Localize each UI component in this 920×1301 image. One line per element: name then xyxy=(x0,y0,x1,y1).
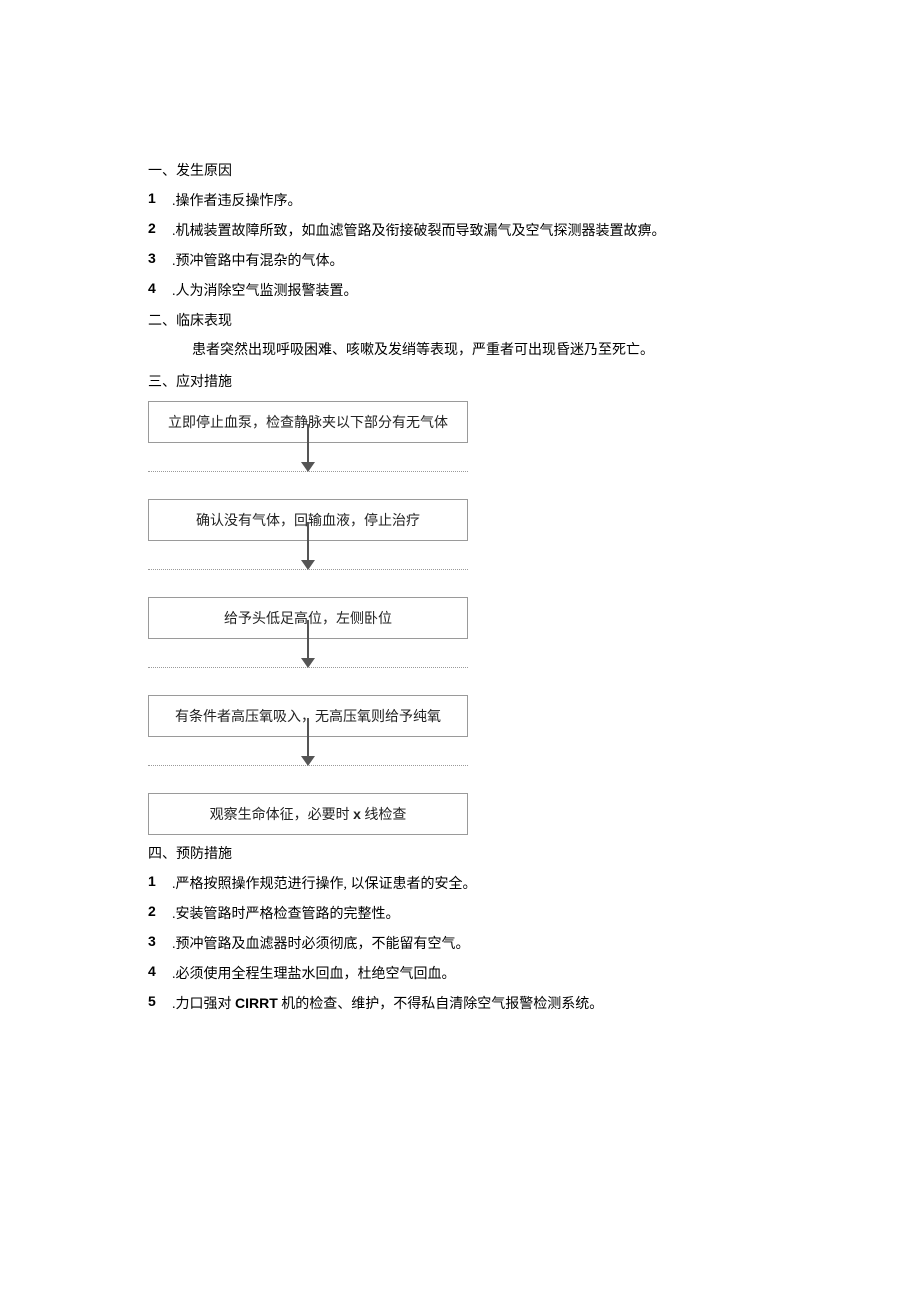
item-number: 1 xyxy=(148,190,172,210)
item-text: .严格按照操作规范进行操作, 以保证患者的安全。 xyxy=(172,873,477,893)
flow-step-text-suffix: 线检查 xyxy=(361,808,407,823)
item-text: .预冲管路中有混杂的气体。 xyxy=(172,250,344,270)
item-text: .机械装置故障所致，如血滤管路及衔接破裂而导致漏气及空气探测器装置故痹。 xyxy=(172,220,666,240)
flow-arrow xyxy=(148,737,468,793)
section-3-heading: 三、应对措施 xyxy=(148,371,860,391)
list-item: 3 .预冲管路中有混杂的气体。 xyxy=(148,250,860,270)
item-text: .必须使用全程生理盐水回血，杜绝空气回血。 xyxy=(172,963,456,983)
flow-arrow xyxy=(148,443,468,499)
list-item: 2 .安装管路时严格检查管路的完整性。 xyxy=(148,903,860,923)
list-item: 1 .操作者违反操怍序。 xyxy=(148,190,860,210)
item-number: 2 xyxy=(148,220,172,240)
item-text-suffix: 机的检查、维护，不得私自清除空气报警检测系统。 xyxy=(278,997,604,1012)
document-page: 一、发生原因 1 .操作者违反操怍序。 2 .机械装置故障所致，如血滤管路及衔接… xyxy=(0,0,920,1083)
item-text-bold: CIRRT xyxy=(235,995,278,1011)
list-item: 5 .力口强对 CIRRT 机的检查、维护，不得私自清除空气报警检测系统。 xyxy=(148,993,860,1013)
item-text: .操作者违反操怍序。 xyxy=(172,190,302,210)
item-number: 5 xyxy=(148,993,172,1013)
list-item: 1 .严格按照操作规范进行操作, 以保证患者的安全。 xyxy=(148,873,860,893)
list-item: 4 .必须使用全程生理盐水回血，杜绝空气回血。 xyxy=(148,963,860,983)
item-number: 4 xyxy=(148,280,172,300)
item-text: .人为消除空气监测报警装置。 xyxy=(172,280,358,300)
flowchart: 立即停止血泵，检查静脉夹以下部分有无气体 确认没有气体，回输血液，停止治疗 给予… xyxy=(148,401,468,835)
item-text-prefix: .力口强对 xyxy=(172,997,235,1012)
flow-arrow xyxy=(148,541,468,597)
item-text: .力口强对 CIRRT 机的检查、维护，不得私自清除空气报警检测系统。 xyxy=(172,993,603,1013)
section-2-heading: 二、临床表现 xyxy=(148,310,860,330)
item-number: 3 xyxy=(148,933,172,953)
flow-step: 观察生命体征，必要时 x 线检查 xyxy=(148,793,468,835)
item-text: .安装管路时严格检查管路的完整性。 xyxy=(172,903,400,923)
item-number: 2 xyxy=(148,903,172,923)
flow-arrow xyxy=(148,639,468,695)
item-number: 4 xyxy=(148,963,172,983)
item-text: .预冲管路及血滤器时必须彻底，不能留有空气。 xyxy=(172,933,470,953)
flow-step-x: x xyxy=(353,806,361,822)
list-item: 3 .预冲管路及血滤器时必须彻底，不能留有空气。 xyxy=(148,933,860,953)
list-item: 4 .人为消除空气监测报警装置。 xyxy=(148,280,860,300)
item-number: 1 xyxy=(148,873,172,893)
section-1-heading: 一、发生原因 xyxy=(148,160,860,180)
list-item: 2 .机械装置故障所致，如血滤管路及衔接破裂而导致漏气及空气探测器装置故痹。 xyxy=(148,220,860,240)
section-4-heading: 四、预防措施 xyxy=(148,843,860,863)
item-number: 3 xyxy=(148,250,172,270)
section-2-body: 患者突然出现呼吸困难、咳嗽及发绡等表现，严重者可出现昏迷乃至死亡。 xyxy=(148,340,860,361)
flow-step-text-prefix: 观察生命体征，必要时 xyxy=(210,808,354,823)
